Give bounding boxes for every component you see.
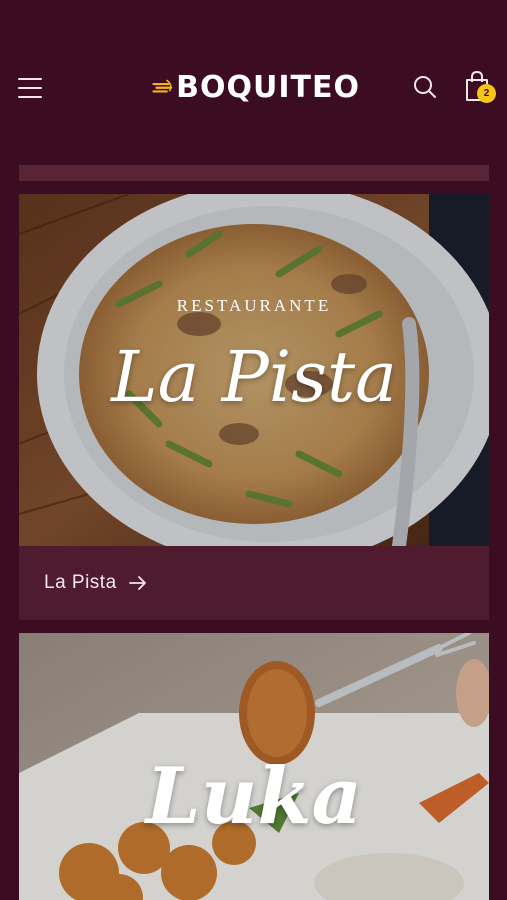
restaurant-card-luka[interactable]: Luka xyxy=(19,633,489,900)
overlay-title: La Pista xyxy=(111,336,397,418)
menu-line xyxy=(18,96,42,98)
logo-flame-mark xyxy=(152,79,173,93)
restaurant-image-luka[interactable]: Luka xyxy=(19,633,489,900)
cart-count-badge[interactable]: 2 xyxy=(477,84,496,103)
restaurant-link-la-pista[interactable]: La Pista xyxy=(19,546,489,620)
menu-line xyxy=(18,78,42,80)
arrow-right-icon xyxy=(128,576,146,590)
menu-line xyxy=(18,87,42,89)
search-icon[interactable] xyxy=(412,74,438,100)
brand-logo[interactable]: BOQUITEO xyxy=(152,62,360,112)
restaurant-card-la-pista[interactable]: RESTAURANTE La Pista La Pista xyxy=(19,194,489,620)
hamburger-menu-icon[interactable] xyxy=(18,76,43,100)
restaurant-image-la-pista[interactable]: RESTAURANTE La Pista xyxy=(19,194,489,546)
overlay-subtitle: RESTAURANTE xyxy=(176,296,332,315)
restaurant-link-label[interactable]: La Pista xyxy=(44,572,117,594)
logo-text: BOQUITEO xyxy=(176,69,360,105)
overlay-title: Luka xyxy=(145,751,363,842)
site-header: BOQUITEO 2 xyxy=(0,0,507,165)
previous-card-edge xyxy=(19,165,489,181)
